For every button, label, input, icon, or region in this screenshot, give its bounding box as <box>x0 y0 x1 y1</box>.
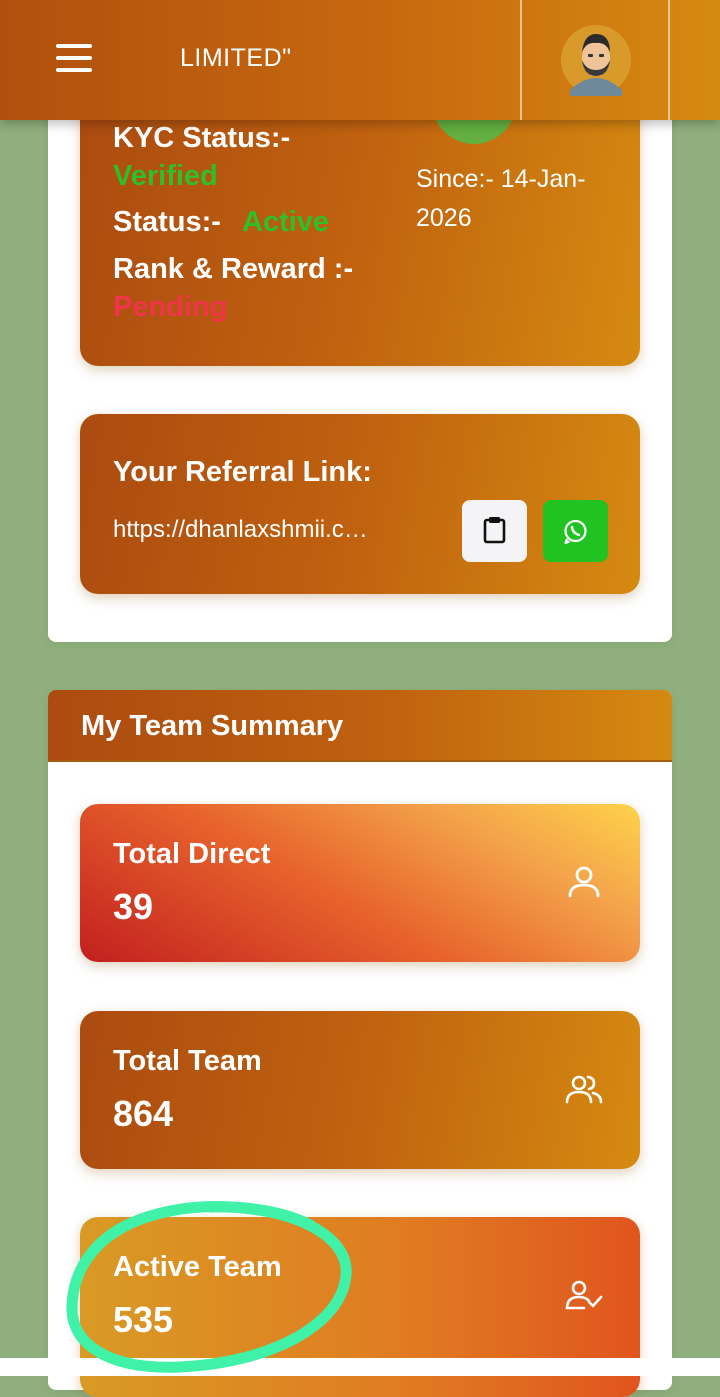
kyc-status-label: KYC Status:- <box>113 122 291 154</box>
total-team-card[interactable]: Total Team 864 <box>80 1011 640 1169</box>
account-status-value: Active <box>242 206 330 238</box>
user-check-icon <box>565 1280 603 1310</box>
user-avatar[interactable] <box>560 24 632 96</box>
total-direct-card[interactable]: Total Direct 39 <box>80 804 640 962</box>
active-team-value: 535 <box>113 1299 174 1340</box>
referral-link[interactable]: https://dhanlaxshmii.c… <box>113 516 435 544</box>
rank-reward-label: Rank & Reward :- <box>113 253 354 285</box>
total-direct-value: 39 <box>113 886 154 927</box>
bottom-edge <box>0 1358 720 1376</box>
app-header: LIMITED" <box>0 0 720 120</box>
clipboard-icon <box>483 517 506 544</box>
kyc-status-value: Verified <box>113 160 218 192</box>
app-title: LIMITED" <box>180 44 292 72</box>
team-summary-title: My Team Summary <box>81 710 344 742</box>
user-icon <box>568 866 600 898</box>
account-status-label: Status:- <box>113 206 221 238</box>
referral-title: Your Referral Link: <box>113 456 372 488</box>
hamburger-menu-icon[interactable] <box>56 44 92 72</box>
copy-link-button[interactable] <box>462 500 527 562</box>
member-since: Since:- 14-Jan-2026 <box>416 165 586 232</box>
users-icon <box>565 1075 603 1104</box>
total-team-value: 864 <box>113 1093 174 1134</box>
whatsapp-icon <box>564 519 587 545</box>
team-summary-header: My Team Summary <box>48 690 672 762</box>
active-team-label: Active Team <box>113 1251 282 1283</box>
total-direct-label: Total Direct <box>113 838 271 870</box>
total-team-label: Total Team <box>113 1045 262 1077</box>
header-divider <box>520 0 522 120</box>
header-divider <box>668 0 670 120</box>
rank-reward-value: Pending <box>113 291 228 323</box>
whatsapp-share-button[interactable] <box>543 500 608 562</box>
